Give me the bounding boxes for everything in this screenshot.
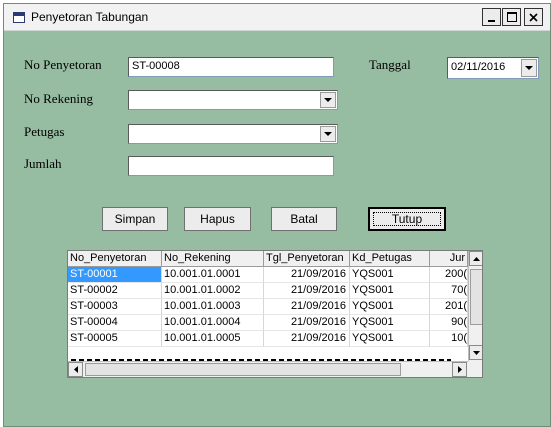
column-header-jumlah[interactable]: Jur — [430, 251, 468, 267]
cell-jumlah: 90( — [430, 315, 468, 331]
arrow-down-icon — [473, 350, 480, 355]
tutup-button[interactable]: Tutup — [368, 207, 446, 231]
cell-tgl-penyetoran: 21/09/2016 — [264, 267, 350, 283]
cell-tgl-penyetoran: 21/09/2016 — [264, 299, 350, 315]
table-row[interactable]: ST-00005 10.001.01.0005 21/09/2016 YQS00… — [68, 331, 468, 347]
no-rekening-dropdown-button[interactable] — [320, 92, 336, 108]
app-window-icon — [13, 12, 25, 23]
vertical-scroll-thumb[interactable] — [470, 269, 482, 325]
cell-kd-petugas: YQS001 — [350, 315, 430, 331]
chevron-down-icon — [324, 131, 332, 136]
jumlah-label: Jumlah — [24, 156, 62, 171]
table-row[interactable]: ST-00004 10.001.01.0004 21/09/2016 YQS00… — [68, 315, 468, 331]
tanggal-label: Tanggal — [369, 57, 411, 72]
chevron-down-icon — [324, 97, 332, 102]
arrow-left-icon — [73, 366, 78, 373]
cell-tgl-penyetoran: 21/09/2016 — [264, 315, 350, 331]
column-header-no-penyetoran[interactable]: No_Penyetoran — [68, 251, 162, 267]
cell-kd-petugas: YQS001 — [350, 331, 430, 347]
cell-jumlah: 10( — [430, 331, 468, 347]
horizontal-scroll-thumb[interactable] — [85, 363, 401, 376]
cell-no-penyetoran: ST-00002 — [68, 283, 162, 299]
cell-no-rekening: 10.001.01.0004 — [162, 315, 264, 331]
maximize-button[interactable] — [502, 8, 521, 26]
cell-no-rekening: 10.001.01.0003 — [162, 299, 264, 315]
table-row[interactable]: ST-00001 10.001.01.0001 21/09/2016 YQS00… — [68, 267, 468, 283]
jumlah-field[interactable] — [128, 156, 334, 176]
cell-kd-petugas: YQS001 — [350, 283, 430, 299]
no-rekening-label: No Rekening — [24, 91, 93, 106]
cell-no-penyetoran: ST-00001 — [68, 267, 162, 283]
petugas-dropdown-button[interactable] — [320, 126, 336, 142]
scroll-down-button[interactable] — [469, 345, 482, 360]
vertical-scrollbar[interactable] — [468, 251, 482, 361]
table-row-partial — [68, 347, 468, 361]
close-icon — [529, 12, 538, 22]
cell-no-rekening: 10.001.01.0005 — [162, 331, 264, 347]
minimize-button[interactable] — [482, 8, 501, 26]
table-row[interactable]: ST-00003 10.001.01.0003 21/09/2016 YQS00… — [68, 299, 468, 315]
column-header-no-rekening[interactable]: No_Rekening — [162, 251, 264, 267]
batal-button[interactable]: Batal — [271, 207, 337, 231]
cell-jumlah: 70( — [430, 283, 468, 299]
no-penyetoran-field[interactable]: ST-00008 — [128, 57, 334, 77]
penyetoran-data-grid[interactable]: No_Penyetoran No_Rekening Tgl_Penyetoran… — [67, 250, 483, 378]
main-window: Penyetoran Tabungan No Penyetoran ST-000… — [3, 3, 551, 427]
petugas-combo[interactable] — [128, 124, 338, 144]
cell-no-rekening: 10.001.01.0002 — [162, 283, 264, 299]
tanggal-dropdown-button[interactable] — [521, 59, 537, 77]
minimize-icon — [488, 19, 495, 22]
scroll-right-button[interactable] — [452, 362, 467, 377]
no-rekening-combo[interactable] — [128, 90, 338, 110]
window-title: Penyetoran Tabungan — [31, 10, 149, 24]
arrow-right-icon — [457, 366, 462, 373]
focus-rectangle — [373, 212, 441, 226]
cell-jumlah: 200( — [430, 267, 468, 283]
title-bar[interactable]: Penyetoran Tabungan — [4, 4, 550, 31]
cell-kd-petugas: YQS001 — [350, 299, 430, 315]
column-header-tgl-penyetoran[interactable]: Tgl_Penyetoran — [264, 251, 350, 267]
column-header-kd-petugas[interactable]: Kd_Petugas — [350, 251, 430, 267]
cell-no-penyetoran: ST-00005 — [68, 331, 162, 347]
arrow-up-icon — [473, 256, 480, 261]
cell-tgl-penyetoran: 21/09/2016 — [264, 283, 350, 299]
scrollbar-corner — [468, 361, 482, 377]
hapus-button[interactable]: Hapus — [184, 207, 251, 231]
close-button[interactable] — [524, 8, 543, 26]
horizontal-scrollbar[interactable] — [68, 361, 468, 377]
cell-no-rekening: 10.001.01.0001 — [162, 267, 264, 283]
tanggal-value: 02/11/2016 — [451, 61, 506, 73]
no-penyetoran-label: No Penyetoran — [24, 57, 102, 72]
chevron-down-icon — [525, 65, 533, 70]
simpan-button[interactable]: Simpan — [102, 207, 168, 231]
cell-jumlah: 201( — [430, 299, 468, 315]
tanggal-date-picker[interactable]: 02/11/2016 — [447, 57, 539, 79]
table-row[interactable]: ST-00002 10.001.01.0002 21/09/2016 YQS00… — [68, 283, 468, 299]
scroll-left-button[interactable] — [68, 362, 83, 377]
cell-no-penyetoran: ST-00004 — [68, 315, 162, 331]
petugas-label: Petugas — [24, 124, 65, 139]
cell-kd-petugas: YQS001 — [350, 267, 430, 283]
cell-no-penyetoran: ST-00003 — [68, 299, 162, 315]
cell-tgl-penyetoran: 21/09/2016 — [264, 331, 350, 347]
maximize-icon — [506, 12, 517, 22]
scroll-up-button[interactable] — [469, 251, 482, 266]
